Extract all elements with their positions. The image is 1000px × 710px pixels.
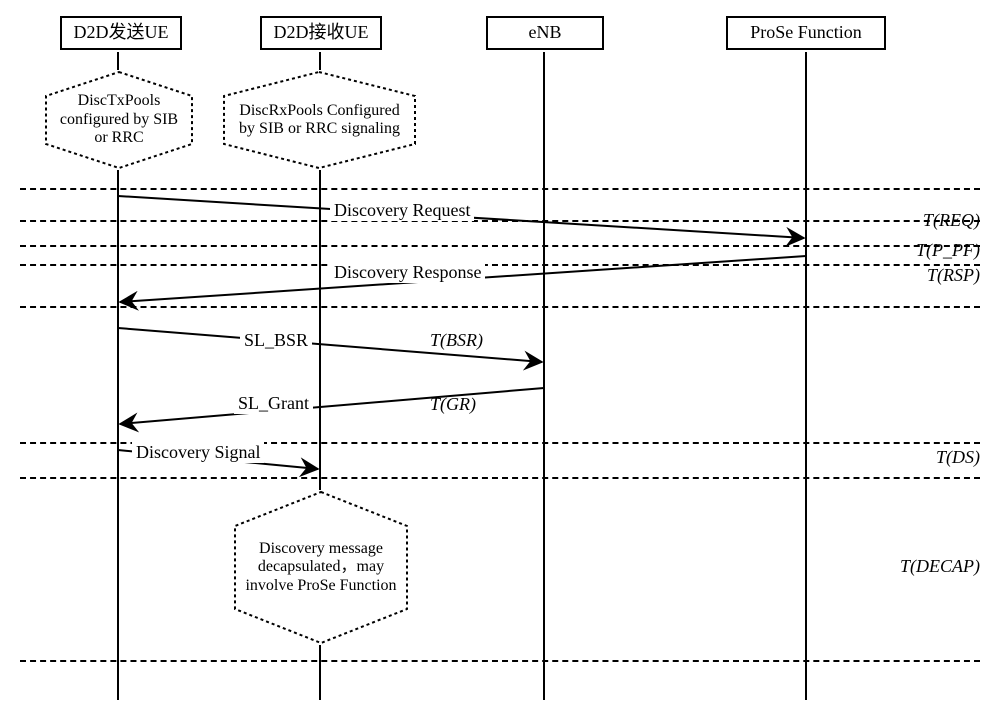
time-ppf: T(P_PF)	[916, 240, 980, 261]
label-disc-req: Discovery Request	[330, 200, 474, 221]
hex-rx-text: DiscRxPools Configured by SIB or RRC sig…	[230, 102, 409, 139]
time-rsp: T(RSP)	[927, 265, 980, 286]
time-decap: T(DECAP)	[900, 556, 980, 577]
hex-tx: DiscTxPools configured by SIB or RRC	[44, 70, 194, 170]
time-gr: T(GR)	[430, 394, 476, 415]
phase-line-5	[20, 306, 980, 308]
hex-rx: DiscRxPools Configured by SIB or RRC sig…	[222, 70, 417, 170]
phase-line-2	[20, 220, 980, 222]
phase-line-4	[20, 264, 980, 266]
hex-decaps-text: Discovery message decapsulated，may invol…	[241, 540, 401, 595]
label-disc-sig: Discovery Signal	[132, 442, 264, 463]
actor-prose: ProSe Function	[726, 16, 886, 50]
lifeline-enb	[543, 52, 545, 700]
phase-line-1	[20, 188, 980, 190]
label-disc-rsp: Discovery Response	[330, 262, 485, 283]
actor-tx: D2D发送UE	[60, 16, 182, 50]
phase-line-7	[20, 477, 980, 479]
time-req: T(REQ)	[923, 210, 980, 231]
hex-tx-text: DiscTxPools configured by SIB or RRC	[52, 92, 186, 147]
phase-line-3	[20, 245, 980, 247]
time-ds: T(DS)	[936, 447, 980, 468]
label-sl-grant: SL_Grant	[234, 393, 313, 414]
actor-rx: D2D接收UE	[260, 16, 382, 50]
label-sl-bsr: SL_BSR	[240, 330, 312, 351]
time-bsr: T(BSR)	[430, 330, 483, 351]
lifeline-prose	[805, 52, 807, 700]
actor-enb: eNB	[486, 16, 604, 50]
hex-decaps: Discovery message decapsulated，may invol…	[233, 490, 409, 645]
phase-line-8	[20, 660, 980, 662]
